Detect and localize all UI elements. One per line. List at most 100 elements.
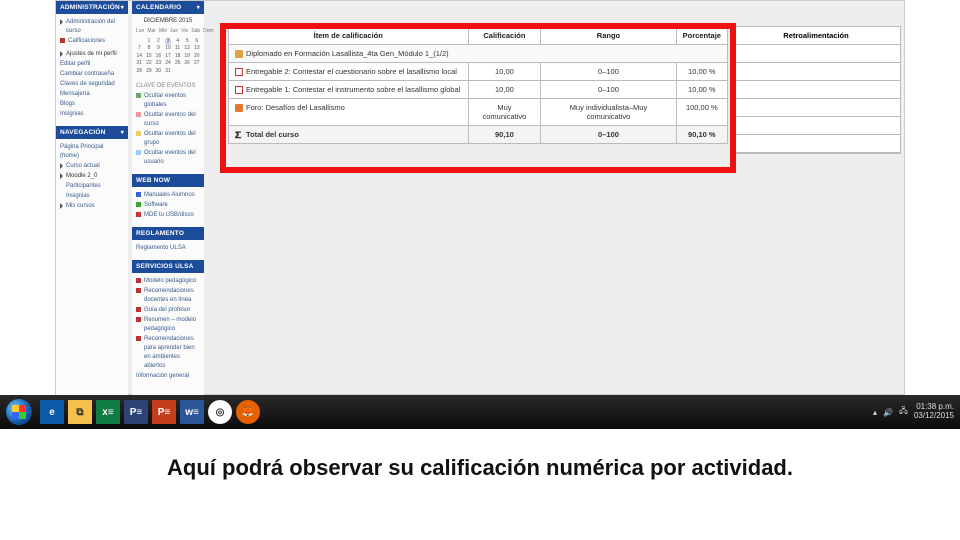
square-icon bbox=[136, 278, 141, 283]
square-icon bbox=[136, 112, 141, 117]
legend-item[interactable]: Ocultar eventos del usuario bbox=[136, 149, 200, 167]
tray-volume-icon[interactable]: 🔊 bbox=[883, 408, 893, 417]
nav-block-header: NAVEGACIÓN ▾ bbox=[56, 126, 128, 139]
col-grade: Calificación bbox=[468, 27, 541, 45]
triangle-icon bbox=[60, 19, 63, 25]
sidebar-item[interactable]: Participantes bbox=[60, 182, 124, 191]
chevron-down-icon[interactable]: ▾ bbox=[197, 4, 200, 11]
clock-date: 03/12/2015 bbox=[914, 412, 954, 421]
tray-clock[interactable]: 01:38 p.m. 03/12/2015 bbox=[914, 403, 954, 421]
sidebar-item[interactable]: Modelo pedagógico bbox=[136, 277, 200, 286]
sidebar-item[interactable]: Página Principal (home) bbox=[60, 143, 124, 161]
taskbar-icon-explorer[interactable]: ⧉ bbox=[68, 400, 92, 424]
sidebar-item[interactable]: Recomendaciones para aprender bien en am… bbox=[136, 335, 200, 371]
feedback-cell bbox=[732, 135, 900, 153]
square-icon bbox=[136, 288, 141, 293]
sigma-icon: 𝚺 bbox=[235, 131, 243, 139]
col-pct: Porcentaje bbox=[676, 27, 727, 45]
sidebar-item[interactable]: Recomendaciones docentes en línea bbox=[136, 287, 200, 305]
tray-network-icon[interactable]: 🖧 bbox=[899, 405, 908, 419]
col-range: Rango bbox=[541, 27, 676, 45]
calendar-month: DICIEMBRE 2015 bbox=[136, 17, 200, 26]
taskbar-icon-chrome[interactable]: ◎ bbox=[208, 400, 232, 424]
slide-caption: Aquí podrá observar su calificación numé… bbox=[0, 455, 960, 481]
table-row: Entregable 2: Contestar el cuestionario … bbox=[229, 63, 728, 81]
quiz-icon bbox=[235, 68, 243, 76]
legend-item[interactable]: Ocultar eventos globales bbox=[136, 92, 200, 110]
sidebar-subheader[interactable]: Ajustes de mi perfil bbox=[60, 50, 124, 59]
square-icon bbox=[136, 202, 141, 207]
sidebar-item[interactable]: Mensajería bbox=[60, 90, 124, 99]
square-icon bbox=[136, 212, 141, 217]
feedback-cell bbox=[732, 63, 900, 81]
triangle-icon bbox=[60, 203, 63, 209]
taskbar-icon-ie[interactable]: e bbox=[40, 400, 64, 424]
chevron-down-icon[interactable]: ▾ bbox=[121, 4, 124, 11]
taskbar-icon-firefox[interactable]: 🦊 bbox=[236, 400, 260, 424]
sidebar-item[interactable]: Software bbox=[136, 201, 200, 210]
folder-icon bbox=[235, 50, 243, 58]
table-row: Foro: Desafíos del Lasallismo Muy comuni… bbox=[229, 99, 728, 126]
sidebar-item[interactable]: Calificaciones bbox=[60, 37, 124, 46]
sidebar-item[interactable]: Curso actual bbox=[60, 162, 124, 171]
quiz-icon bbox=[235, 86, 243, 94]
start-button[interactable] bbox=[6, 399, 32, 425]
event-key-label: CLAVE DE EVENTOS bbox=[132, 81, 204, 91]
sidebar-item[interactable]: Claves de seguridad bbox=[60, 80, 124, 89]
sidebar-item[interactable]: Guía del profesor bbox=[136, 306, 200, 315]
col-feedback: Retroalimentación bbox=[732, 27, 900, 45]
sidebar-item[interactable]: MDE tu USB/disco bbox=[136, 211, 200, 220]
table-header-row: Ítem de calificación Calificación Rango … bbox=[229, 27, 728, 45]
square-icon bbox=[136, 131, 141, 136]
calendar-block-header: CALENDARIO ▾ bbox=[132, 1, 204, 14]
reglamento-header: REGLAMENTO bbox=[132, 227, 204, 240]
sidebar-item[interactable]: Editar perfil bbox=[60, 60, 124, 69]
feedback-cell bbox=[732, 45, 900, 63]
admin-title: ADMINISTRACIÓN bbox=[60, 4, 120, 11]
taskbar-icon-word[interactable]: w≡ bbox=[180, 400, 204, 424]
taskbar: e ⧉ x≡ P≡ P≡ w≡ ◎ 🦊 ▴ 🔊 🖧 01:38 p.m. 03/… bbox=[0, 395, 960, 429]
feedback-cell bbox=[732, 81, 900, 99]
square-icon bbox=[60, 38, 65, 43]
sidebar-item[interactable]: Información general bbox=[136, 372, 200, 381]
sidebar-item[interactable]: Mis cursos bbox=[60, 202, 124, 211]
table-row: Entregable 1: Contestar el instrumento s… bbox=[229, 81, 728, 99]
square-icon bbox=[136, 192, 141, 197]
square-icon bbox=[136, 150, 141, 155]
triangle-icon bbox=[60, 51, 63, 57]
sidebar-item[interactable]: Insignias bbox=[60, 110, 124, 119]
calendar-grid[interactable]: LunMarMiéJueVieSábDom 123456 78910111213… bbox=[136, 28, 200, 75]
taskbar-icon-publisher[interactable]: P≡ bbox=[124, 400, 148, 424]
square-icon bbox=[136, 93, 141, 98]
taskbar-icon-excel[interactable]: x≡ bbox=[96, 400, 120, 424]
sidebar-item[interactable]: Resumen – modelo pedagógico bbox=[136, 316, 200, 334]
feedback-column: Retroalimentación bbox=[731, 26, 901, 154]
course-row: Diplomado en Formación Lasallista_4ta Ge… bbox=[229, 45, 728, 63]
sidebar-item[interactable]: Administración del curso bbox=[60, 18, 124, 36]
grades-table: Ítem de calificación Calificación Rango … bbox=[228, 26, 728, 144]
sidebar-item[interactable]: Insignias bbox=[60, 192, 124, 201]
sidebar-item[interactable]: Blogs bbox=[60, 100, 124, 109]
col-item: Ítem de calificación bbox=[229, 27, 469, 45]
servicios-header: SERVICIOS ULSA bbox=[132, 260, 204, 273]
sidebar-item[interactable]: Cambiar contraseña bbox=[60, 70, 124, 79]
legend-item[interactable]: Ocultar eventos del curso bbox=[136, 111, 200, 129]
sidebar-item[interactable]: Reglamento ULSA bbox=[136, 244, 200, 253]
admin-block-header: ADMINISTRACIÓN ▾ bbox=[56, 1, 128, 14]
tray-chevron-icon[interactable]: ▴ bbox=[873, 408, 877, 417]
square-icon bbox=[136, 307, 141, 312]
triangle-icon bbox=[60, 173, 63, 179]
legend-item[interactable]: Ocultar eventos del grupo bbox=[136, 130, 200, 148]
feedback-cell bbox=[732, 99, 900, 117]
calendar-title: CALENDARIO bbox=[136, 4, 181, 11]
feedback-cell bbox=[732, 117, 900, 135]
sidebar-item[interactable]: Moodle 2_0 bbox=[60, 172, 124, 181]
taskbar-icon-powerpoint[interactable]: P≡ bbox=[152, 400, 176, 424]
webnow-header: WEB NOW bbox=[132, 174, 204, 187]
square-icon bbox=[136, 336, 141, 341]
sidebar-item[interactable]: Manuales Alumnos bbox=[136, 191, 200, 200]
total-row: 𝚺Total del curso 90,10 0–100 90,10 % bbox=[229, 126, 728, 144]
chevron-down-icon[interactable]: ▾ bbox=[121, 129, 124, 136]
triangle-icon bbox=[60, 163, 63, 169]
forum-icon bbox=[235, 104, 243, 112]
